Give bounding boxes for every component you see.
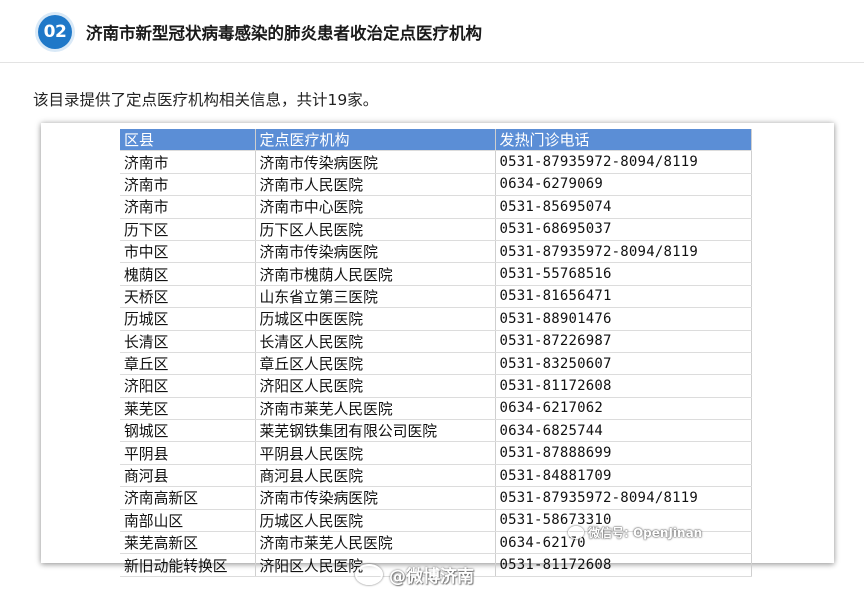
cell-hospital: 济南市传染病医院 [255,486,496,510]
section-number-badge: 02 [38,15,72,49]
table-body: 济南市 济南市传染病医院 0531-87935972-8094/8119 济南市 济南市… [120,150,752,577]
table-row: 莱芜区 济南市莱芜人民医院 0634-6217062 [120,397,752,421]
table-header-row: 区县 定点医疗机构 发热门诊电话 [120,129,752,152]
cell-phone: 0531-85695074 [495,195,752,219]
wechat-watermark-text: 微信号: OpenJinan [588,526,703,540]
cell-hospital: 山东省立第三医院 [255,285,496,309]
cell-phone: 0531-87888699 [495,441,752,465]
cell-hospital: 济南市莱芜人民医院 [255,531,496,555]
cell-hospital: 济南市人民医院 [255,173,496,197]
cell-phone: 0531-87935972-8094/8119 [495,240,752,264]
cell-district: 莱芜区 [120,397,256,421]
cell-district: 商河县 [120,464,256,488]
cell-phone: 0634-6217062 [495,397,752,421]
cell-district: 历下区 [120,218,256,241]
cell-phone: 0531-84881709 [495,464,752,488]
cell-district: 济南市 [120,173,256,197]
weibo-watermark: @微博济南 [355,562,474,587]
table-row: 济南市 济南市人民医院 0634-6279069 [120,173,752,197]
cell-district: 钢城区 [120,419,256,443]
cell-district: 南部山区 [120,509,256,533]
table-row: 长清区 长清区人民医院 0531-87226987 [120,330,752,353]
column-header-district: 区县 [120,129,256,152]
cell-phone: 0531-68695037 [495,218,752,241]
cell-phone: 0531-87935972-8094/8119 [495,486,752,510]
cell-hospital: 济南市传染病医院 [255,150,496,174]
cell-hospital: 济南市槐荫人民医院 [255,262,496,286]
weibo-icon [355,564,383,585]
cell-hospital: 平阴县人民医院 [255,441,496,465]
cell-district: 长清区 [120,330,256,353]
weibo-watermark-text: @微博济南 [389,567,474,587]
cell-hospital: 章丘区人民医院 [255,352,496,376]
cell-phone: 0531-81172608 [495,553,752,577]
cell-hospital: 长清区人民医院 [255,330,496,353]
table-row: 济阳区 济阳区人民医院 0531-81172608 [120,374,752,398]
cell-hospital: 历下区人民医院 [255,218,496,241]
cell-district: 天桥区 [120,285,256,309]
cell-hospital: 济阳区人民医院 [255,374,496,398]
cell-hospital: 商河县人民医院 [255,464,496,488]
cell-district: 槐荫区 [120,262,256,286]
column-header-hospital: 定点医疗机构 [255,129,496,152]
cell-phone: 0634-6825744 [495,419,752,443]
table-row: 天桥区 山东省立第三医院 0531-81656471 [120,285,752,309]
cell-hospital: 济南市传染病医院 [255,240,496,264]
wechat-watermark: 微信号: OpenJinan [568,524,702,541]
table-row: 平阴县 平阴县人民医院 0531-87888699 [120,441,752,465]
cell-district: 市中区 [120,240,256,264]
cell-hospital: 莱芜钢铁集团有限公司医院 [255,419,496,443]
cell-hospital: 济南市莱芜人民医院 [255,397,496,421]
section-header: 02 济南市新型冠状病毒感染的肺炎患者收治定点医疗机构 [38,12,482,52]
table-row: 济南市 济南市传染病医院 0531-87935972-8094/8119 [120,150,752,174]
cell-phone: 0531-83250607 [495,352,752,376]
cell-district: 济南市 [120,195,256,219]
cell-hospital: 历城区中医医院 [255,307,496,331]
hospital-table: 区县 定点医疗机构 发热门诊电话 济南市 济南市传染病医院 0531-8793597… [120,129,752,577]
divider [0,62,864,63]
table-row: 历下区 历下区人民医院 0531-68695037 [120,218,752,241]
cell-phone: 0531-55768516 [495,262,752,286]
table-row: 钢城区 莱芜钢铁集团有限公司医院 0634-6825744 [120,419,752,443]
table-row: 商河县 商河县人民医院 0531-84881709 [120,464,752,488]
cell-district: 新旧动能转换区 [120,553,256,577]
hospital-table-image: 区县 定点医疗机构 发热门诊电话 济南市 济南市传染病医院 0531-8793597… [41,123,834,577]
table-row: 济南高新区 济南市传染病医院 0531-87935972-8094/8119 [120,486,752,510]
cell-phone: 0531-87226987 [495,330,752,353]
table-row: 章丘区 章丘区人民医院 0531-83250607 [120,352,752,376]
cell-hospital: 历城区人民医院 [255,509,496,533]
wechat-icon [568,526,584,539]
cell-district: 济南市 [120,150,256,174]
cell-hospital: 济南市中心医院 [255,195,496,219]
cell-district: 平阴县 [120,441,256,465]
cell-district: 济南高新区 [120,486,256,510]
cell-district: 莱芜高新区 [120,531,256,555]
cell-district: 济阳区 [120,374,256,398]
cell-phone: 0634-6279069 [495,173,752,197]
cell-phone: 0531-81172608 [495,374,752,398]
cell-phone: 0531-81656471 [495,285,752,309]
cell-district: 历城区 [120,307,256,331]
table-row: 济南市 济南市中心医院 0531-85695074 [120,195,752,219]
table-row: 市中区 济南市传染病医院 0531-87935972-8094/8119 [120,240,752,264]
cell-phone: 0531-87935972-8094/8119 [495,150,752,174]
cell-district: 章丘区 [120,352,256,376]
column-header-phone: 发热门诊电话 [495,129,752,152]
cell-phone: 0531-88901476 [495,307,752,331]
section-title: 济南市新型冠状病毒感染的肺炎患者收治定点医疗机构 [86,24,482,43]
table-row: 历城区 历城区中医医院 0531-88901476 [120,307,752,331]
table-row: 槐荫区 济南市槐荫人民医院 0531-55768516 [120,262,752,286]
intro-text: 该目录提供了定点医疗机构相关信息，共计19家。 [33,91,379,109]
